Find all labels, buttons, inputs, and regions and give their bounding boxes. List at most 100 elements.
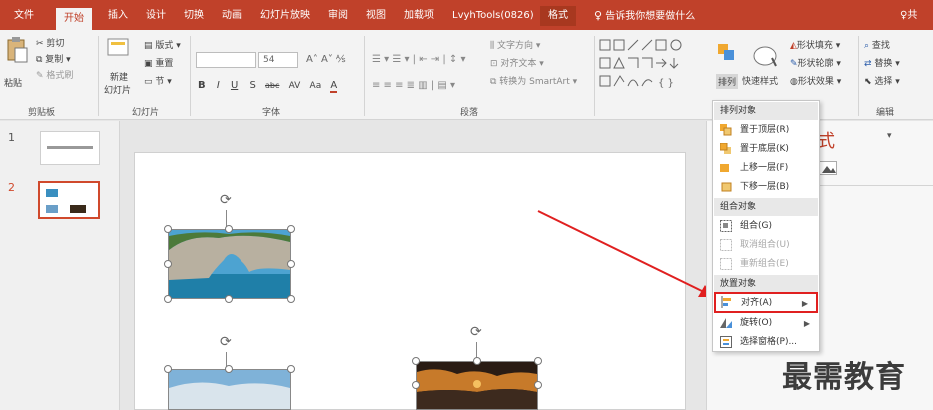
- slides-group-label: 幻灯片: [132, 108, 160, 118]
- tab-lvyhtools[interactable]: LvyhTools(0826): [452, 6, 534, 26]
- tab-format[interactable]: 格式: [540, 6, 576, 26]
- menu-item-bring-to-front[interactable]: 置于顶层(R): [714, 121, 818, 140]
- resize-handle[interactable]: [164, 260, 172, 268]
- cut-label: 剪切: [46, 39, 65, 49]
- tab-view[interactable]: 视图: [366, 6, 386, 26]
- shapes-gallery-icon[interactable]: { }: [598, 38, 708, 92]
- tab-review[interactable]: 审阅: [328, 6, 348, 26]
- resize-handle[interactable]: [225, 365, 233, 373]
- case-button[interactable]: Aa: [310, 81, 322, 91]
- shape-effects-button[interactable]: ◍形状效果 ▾: [790, 74, 841, 87]
- tell-me-text: 告诉我你想要做什么: [605, 11, 696, 22]
- resize-handle[interactable]: [225, 225, 233, 233]
- selected-image-arch[interactable]: [168, 229, 291, 299]
- resize-handle[interactable]: [164, 295, 172, 303]
- shape-outline-button[interactable]: ✎形状轮廓 ▾: [790, 56, 841, 69]
- resize-handle[interactable]: [534, 381, 542, 389]
- submenu-arrow-icon: ▶: [803, 319, 810, 328]
- menu-item-selection-pane[interactable]: 选择窗格(P)...: [714, 333, 818, 352]
- arrange-button[interactable]: 排列: [716, 74, 739, 89]
- spacing-button[interactable]: AV: [289, 81, 301, 91]
- resize-handle[interactable]: [412, 357, 420, 365]
- rotate-handle-icon[interactable]: ⟳: [220, 192, 232, 208]
- font-color-button[interactable]: A: [330, 80, 338, 93]
- picture-icon[interactable]: [819, 161, 837, 175]
- menu-item-send-backward[interactable]: 下移一层(B): [714, 178, 818, 197]
- arrange-icon[interactable]: [716, 42, 738, 66]
- text-direction-button[interactable]: ⫼ 文字方向 ▾: [490, 38, 540, 51]
- menu-item-send-to-back[interactable]: 置于底层(K): [714, 140, 818, 159]
- resize-handle[interactable]: [473, 357, 481, 365]
- find-button[interactable]: ⌕ 查找: [864, 38, 890, 51]
- pane-collapse-icon[interactable]: ▾: [887, 131, 892, 141]
- tell-me-box[interactable]: ♀ 告诉我你想要做什么: [594, 6, 695, 26]
- menu-item-bring-forward[interactable]: 上移一层(F): [714, 159, 818, 178]
- layout-button[interactable]: ▤ 版式 ▾: [144, 38, 181, 51]
- replace-button[interactable]: ⇄ 替换 ▾: [864, 56, 900, 69]
- format-painter-button[interactable]: ✎ 格式刷: [36, 68, 73, 81]
- paste-label[interactable]: 粘贴: [4, 76, 22, 89]
- rotate-handle-icon[interactable]: ⟳: [470, 324, 482, 340]
- effects-icon: ◍: [790, 77, 798, 87]
- menu-item-align[interactable]: 对齐(A) ▶: [714, 292, 818, 313]
- cut-button[interactable]: ✂ 剪切: [36, 36, 64, 49]
- menu-item-rotate[interactable]: 旋转(O) ▶: [714, 314, 818, 333]
- shape-fill-button[interactable]: ◭形状填充 ▾: [790, 38, 840, 51]
- resize-handle[interactable]: [164, 365, 172, 373]
- resize-handle[interactable]: [225, 295, 233, 303]
- selected-image-sunset[interactable]: [416, 361, 538, 410]
- menu-item-group[interactable]: 组合(G): [714, 217, 818, 236]
- shape-fill-label: 形状填充: [796, 41, 833, 51]
- tab-animations[interactable]: 动画: [222, 6, 242, 26]
- reset-button[interactable]: ▣ 重置: [144, 56, 173, 69]
- section-icon: ▭: [144, 77, 156, 87]
- selected-image-sky[interactable]: [168, 369, 291, 410]
- tab-addins[interactable]: 加载项: [404, 6, 434, 26]
- powerpoint-window: 文件 开始 插入 设计 切换 动画 幻灯片放映 审阅 视图 加载项 LvyhTo…: [0, 0, 933, 410]
- tab-design[interactable]: 设计: [146, 6, 166, 26]
- slide-thumbnail-1[interactable]: [40, 131, 100, 165]
- resize-handle[interactable]: [412, 381, 420, 389]
- resize-handle[interactable]: [287, 260, 295, 268]
- section-button[interactable]: ▭ 节 ▾: [144, 74, 172, 87]
- paste-icon[interactable]: [6, 36, 28, 66]
- italic-button[interactable]: I: [217, 80, 220, 91]
- tab-transitions[interactable]: 切换: [184, 6, 204, 26]
- align-buttons-icon[interactable]: ≡ ≡ ≡ ≣ ▥ | ▤ ▾: [372, 80, 455, 91]
- resize-handle[interactable]: [287, 295, 295, 303]
- strikethrough-button[interactable]: abc: [265, 81, 279, 90]
- share-button[interactable]: ♀共: [900, 6, 917, 26]
- new-slide-label2[interactable]: 幻灯片: [104, 83, 131, 96]
- bold-button[interactable]: B: [198, 80, 206, 91]
- copy-label: 复制: [45, 55, 64, 65]
- new-slide-label[interactable]: 新建: [110, 70, 128, 83]
- tab-home[interactable]: 开始: [56, 8, 92, 30]
- select-button[interactable]: ⬉ 选择 ▾: [864, 74, 900, 87]
- underline-button[interactable]: U: [231, 80, 238, 91]
- quick-styles-icon[interactable]: [752, 44, 778, 68]
- align-text-button[interactable]: ⊡ 对齐文本 ▾: [490, 56, 544, 69]
- list-buttons-icon[interactable]: ☰ ▾ ☰ ▾ | ⇤ ⇥ | ↕ ▾: [372, 54, 465, 65]
- font-size-input[interactable]: 54: [258, 52, 298, 68]
- tab-file[interactable]: 文件: [14, 6, 34, 26]
- tab-insert[interactable]: 插入: [108, 6, 128, 26]
- copy-icon: ⧉: [36, 55, 46, 65]
- copy-button[interactable]: ⧉ 复制 ▾: [36, 52, 71, 65]
- resize-handle[interactable]: [164, 225, 172, 233]
- grow-font-icon[interactable]: A˄ A˅ ⅍: [306, 54, 345, 65]
- rotate-handle-icon[interactable]: ⟳: [220, 334, 232, 350]
- resize-handle[interactable]: [287, 365, 295, 373]
- resize-handle[interactable]: [287, 225, 295, 233]
- shadow-button[interactable]: S: [249, 80, 255, 91]
- quick-styles-button[interactable]: 快速样式: [742, 74, 778, 87]
- tab-slideshow[interactable]: 幻灯片放映: [260, 6, 310, 26]
- regroup-icon: [720, 258, 732, 270]
- slide-thumbnail-2[interactable]: [38, 181, 100, 219]
- font-name-input[interactable]: [196, 52, 256, 68]
- resize-handle[interactable]: [534, 357, 542, 365]
- rotate-icon: [720, 318, 732, 328]
- shape-outline-label: 形状轮廓: [797, 59, 834, 69]
- convert-smartart-button[interactable]: ⧉ 转换为 SmartArt ▾: [490, 74, 577, 87]
- thumbnail-image: [46, 205, 58, 213]
- new-slide-icon[interactable]: [106, 36, 130, 60]
